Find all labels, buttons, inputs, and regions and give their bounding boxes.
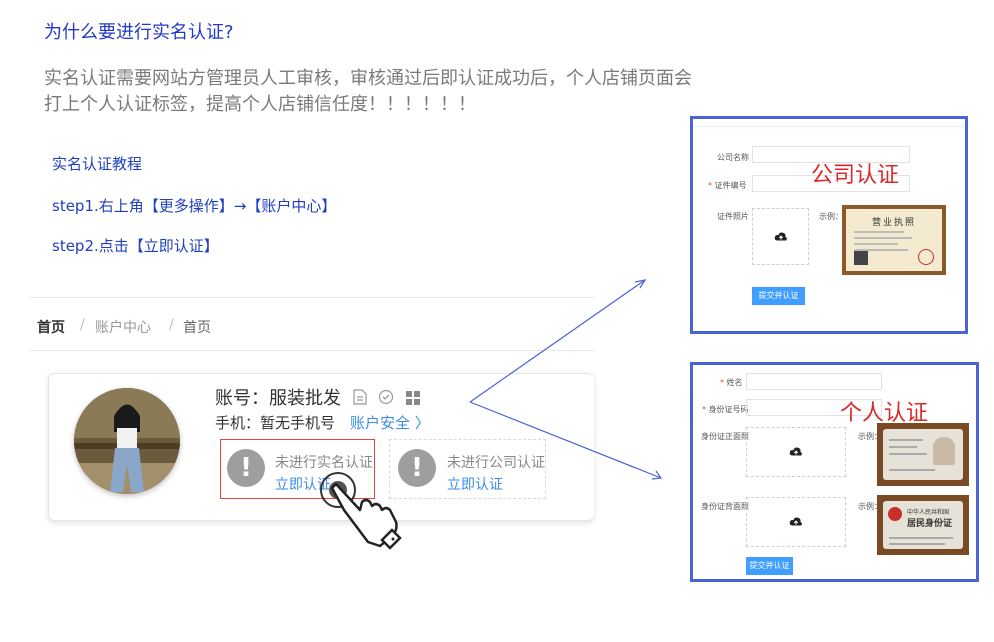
qr-code-icon: [854, 251, 868, 265]
panel-top-divider: [693, 126, 965, 127]
account-label: 账号：服装批发: [215, 388, 341, 409]
tutorial-title: 实名认证教程: [52, 155, 143, 173]
company-submit-button[interactable]: 提交并认证: [752, 287, 805, 305]
company-name-label: 公司名称: [717, 153, 749, 162]
license-title: 营业执照: [871, 218, 916, 228]
intro-text: 实名认证需要网站方管理员人工审核，审核通过后即认证成功后，个人店铺页面会 打上个…: [44, 66, 784, 118]
account-security-link[interactable]: 账户安全 〉: [350, 412, 430, 433]
tutorial-step-1: step1.右上角【更多操作】→【账户中心】: [52, 197, 337, 215]
name-label: * 姓名: [720, 378, 743, 387]
cloud-upload-icon: [774, 231, 787, 240]
avatar: [74, 388, 180, 494]
arrow-lines: [469, 279, 663, 480]
personal-verify-title: 个人认证: [840, 401, 929, 426]
personal-submit-button[interactable]: 提交并认证: [746, 557, 793, 575]
example-label: 示例：: [819, 212, 843, 221]
id-front-example: [877, 423, 969, 486]
real-name-status: 未进行实名认证: [275, 455, 373, 471]
cert-photo-upload[interactable]: [752, 208, 809, 265]
id-photo-icon: [933, 437, 955, 465]
check-circle-icon[interactable]: [378, 389, 394, 410]
id-back-upload[interactable]: [746, 497, 846, 547]
cert-number-label: * 证件编号: [708, 181, 747, 190]
tutorial-step-2: step2.点击【立即认证】: [52, 237, 219, 255]
company-verify-panel: 公司名称 * 证件编号 证件照片 示例： 营业执照 提交并认证 公司认证: [690, 116, 968, 334]
id-back-line-1: 中华人民共和国: [907, 509, 950, 516]
page-title: 为什么要进行实名认证?: [44, 22, 234, 43]
hand-pointer-icon: [318, 470, 408, 556]
breadcrumb-separator: /: [80, 317, 85, 333]
business-license-example: 营业执照: [842, 205, 946, 275]
id-front-label: 身份证正面照: [701, 432, 749, 441]
national-emblem-icon: [888, 507, 902, 521]
breadcrumb-home[interactable]: 首页: [37, 317, 65, 337]
breadcrumb-account-center[interactable]: 账户中心: [95, 317, 151, 337]
cert-photo-label: 证件照片: [717, 212, 749, 221]
id-number-label: * 身份证号码: [702, 405, 749, 414]
id-back-example: 中华人民共和国 居民身份证: [877, 495, 969, 555]
name-input[interactable]: [746, 373, 882, 390]
id-back-label: 身份证背面照: [701, 502, 749, 511]
id-back-line-2: 居民身份证: [907, 519, 953, 529]
grid-icon[interactable]: [406, 389, 421, 410]
company-verify-title: 公司认证: [811, 163, 900, 188]
cloud-upload-icon: [789, 447, 802, 456]
seal-icon: [918, 249, 934, 265]
intro-line-1: 实名认证需要网站方管理员人工审核，审核通过后即认证成功后，个人店铺页面会: [44, 68, 692, 89]
account-name: 账号：服装批发: [215, 384, 421, 410]
phone-number: 手机：暂无手机号: [215, 414, 336, 432]
personal-verify-panel: * 姓名 * 身份证号码 身份证正面照 示例： 身份证背面照 示例： 中华人民共…: [690, 362, 979, 582]
intro-line-2: 打上个人认证标签，提高个人店铺信任度！！！！！！: [44, 94, 476, 115]
exclamation-icon: !: [227, 449, 265, 487]
breadcrumb-separator: /: [169, 317, 174, 333]
breadcrumb-current: 首页: [183, 320, 211, 336]
cloud-upload-icon: [789, 517, 802, 526]
id-front-upload[interactable]: [746, 427, 846, 477]
document-icon[interactable]: [353, 389, 367, 410]
